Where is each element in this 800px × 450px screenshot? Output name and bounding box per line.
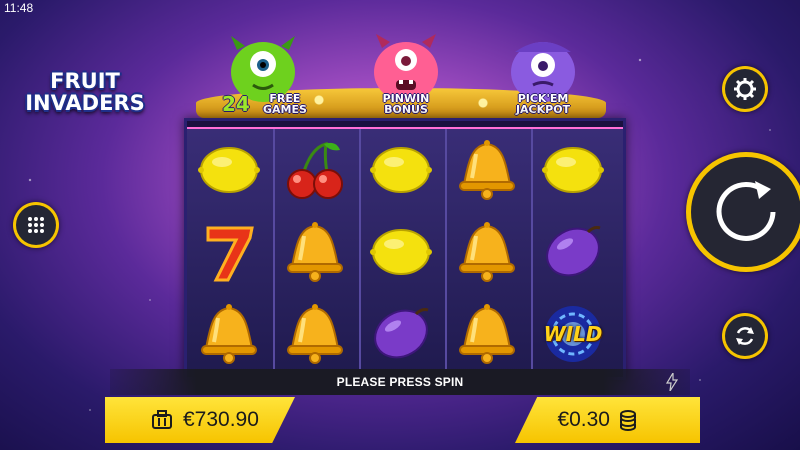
lemon-symbol-icon [531,129,615,211]
lightning-icon[interactable] [666,373,678,391]
autoplay-icon [736,327,754,345]
lemon-symbol-icon [187,129,271,211]
message-bar: PLEASE PRESS SPIN [110,369,690,395]
spin-arrow-icon [716,181,776,241]
seven-symbol-icon [187,211,271,293]
cherry-symbol-icon [273,129,357,211]
reel-5: WILD [531,129,615,375]
bell-symbol-icon [273,293,357,375]
status-message: PLEASE PRESS SPIN [336,375,464,389]
plum-symbol-icon [359,293,443,375]
gear-icon [734,78,756,100]
bell-symbol-icon [187,293,271,375]
coins-icon [620,410,636,431]
wild-label: WILD [543,322,603,346]
free-games-count: 24 [222,92,250,116]
logo-line-2: INVADERS [25,91,145,115]
grid-icon [28,217,44,233]
bet-panel[interactable]: €0.30 [515,397,700,443]
wild-symbol-icon: WILD [531,293,615,375]
lemon-symbol-icon [359,129,443,211]
reel-4 [445,129,529,375]
bet-value: €0.30 [557,408,610,431]
status-time: 11:48 [4,1,34,15]
pinwin-line-2: BONUS [384,103,428,116]
logo-line-1: FRUIT [50,69,120,93]
pickem-line-2: JACKPOT [515,103,571,116]
reel-3 [359,129,443,375]
reels-top-bar [187,121,623,129]
bell-symbol-icon [445,129,529,211]
spin-button[interactable] [686,152,800,272]
balance-value: €730.90 [183,408,259,431]
bell-symbol-icon [445,211,529,293]
menu-button[interactable] [13,202,59,248]
reel-2 [273,129,357,375]
bell-symbol-icon [273,211,357,293]
plum-symbol-icon [531,211,615,293]
game-logo: FRUIT INVADERS [20,70,150,114]
free-games-label: 24 FREE GAMES [210,93,320,115]
balance-panel: €730.90 [105,397,295,443]
pinwin-bonus-label: PINWIN BONUS [351,93,461,115]
bell-symbol-icon [445,293,529,375]
reel-1 [187,129,271,375]
lemon-symbol-icon [359,211,443,293]
autoplay-button[interactable] [722,313,768,359]
reels-area: WILD [184,118,626,380]
pickem-jackpot-label: PICK'EM JACKPOT [488,93,598,115]
settings-button[interactable] [722,66,768,112]
wallet-icon [152,410,172,429]
